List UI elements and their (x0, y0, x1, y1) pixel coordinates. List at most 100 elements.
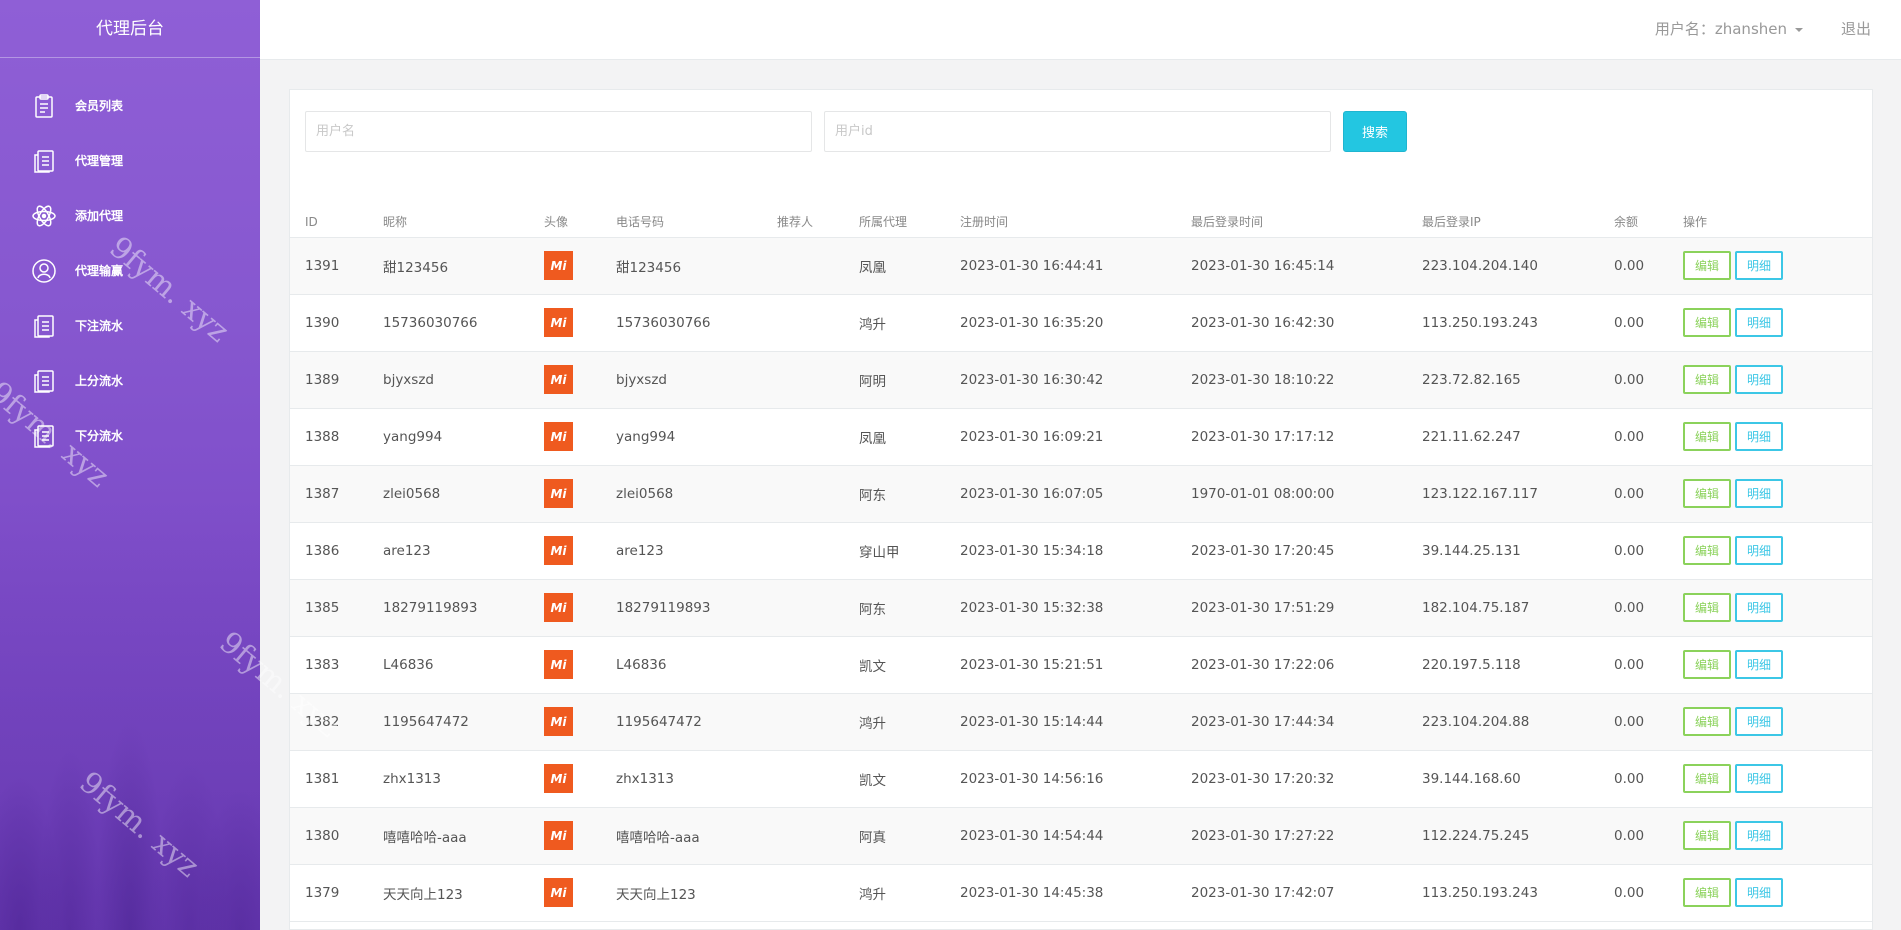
cell-id: 1380 (290, 807, 368, 865)
user-menu-dropdown[interactable]: 用户名：zhanshen (1655, 0, 1803, 58)
edit-button[interactable]: 编辑 (1683, 593, 1732, 622)
edit-button[interactable]: 编辑 (1683, 479, 1732, 508)
edit-button[interactable]: 编辑 (1683, 251, 1732, 280)
cell-referrer (762, 294, 844, 352)
top-navbar: 用户名：zhanshen 退出 (260, 0, 1901, 60)
actions-cell: 编辑 明细 (1668, 351, 1872, 409)
sidebar-item-5[interactable]: 下注流水 (0, 298, 260, 353)
cell-id: 1387 (290, 465, 368, 523)
cell-nickname: 18279119893 (368, 579, 529, 637)
sidebar-item-4[interactable]: 代理输赢 (0, 243, 260, 298)
detail-button[interactable]: 明细 (1735, 650, 1784, 679)
edit-button[interactable]: 编辑 (1683, 308, 1732, 337)
edit-button[interactable]: 编辑 (1683, 821, 1732, 850)
clipboard-icon (31, 93, 57, 119)
table-row: 1388 yang994 Mi yang994 凤凰 2023-01-30 16:09:2… (290, 408, 1872, 466)
cell-referrer (762, 636, 844, 694)
sidebar-item-label: 代理管理 (75, 154, 124, 168)
userid-search-input[interactable] (824, 111, 1331, 152)
sidebar-item-1[interactable]: 会员列表 (0, 78, 260, 133)
table-row: 1383 L46836 Mi L46836 凯文 2023-01-30 15:21:51 2… (290, 636, 1872, 694)
cell-phone: L46836 (601, 636, 762, 694)
cell-agent: 阿东 (844, 579, 945, 637)
sidebar: 代理后台 会员列表 代理管理 添加代理 代理输赢 下注流水 上分流水 下分流水 (0, 0, 260, 930)
detail-button[interactable]: 明细 (1735, 365, 1784, 394)
search-button[interactable]: 搜索 (1343, 111, 1407, 152)
cell-phone: bjyxszd (601, 351, 762, 409)
cell-agent: 穿山甲 (844, 522, 945, 580)
cell-nickname: zlei0568 (368, 465, 529, 523)
cell-last-login: 2023-01-30 17:17:12 (1176, 408, 1407, 466)
edit-button[interactable]: 编辑 (1683, 422, 1732, 451)
cell-nickname: 嘻嘻哈哈-aaa (368, 807, 529, 865)
cell-last-login: 2023-01-30 17:27:22 (1176, 807, 1407, 865)
detail-button[interactable]: 明细 (1735, 821, 1784, 850)
cell-id: 1386 (290, 522, 368, 580)
cell-id: 1391 (290, 237, 368, 295)
actions-cell: 编辑 明细 (1668, 522, 1872, 580)
cell-last-login: 2023-01-30 16:45:14 (1176, 237, 1407, 295)
detail-button[interactable]: 明细 (1735, 479, 1784, 508)
table-row: 1382 1195647472 Mi 1195647472 鸿升 2023-01-30 1… (290, 693, 1872, 751)
detail-button[interactable]: 明细 (1735, 251, 1784, 280)
cell-nickname: bjyxszd (368, 351, 529, 409)
cell-referrer (762, 864, 844, 922)
detail-button[interactable]: 明细 (1735, 422, 1784, 451)
avatar-cell: Mi (529, 408, 601, 466)
cell-register: 2023-01-30 14:56:16 (945, 750, 1176, 808)
avatar: Mi (544, 821, 573, 850)
cell-agent: 阿明 (844, 351, 945, 409)
edit-button[interactable]: 编辑 (1683, 536, 1732, 565)
table-row: 1385 18279119893 Mi 18279119893 阿东 2023-01-30… (290, 579, 1872, 637)
avatar: Mi (544, 536, 573, 565)
cell-balance: 0.00 (1599, 522, 1668, 580)
cell-ip: 113.250.193.243 (1407, 294, 1599, 352)
detail-button[interactable]: 明细 (1735, 707, 1784, 736)
cell-register: 2023-01-30 15:34:18 (945, 522, 1176, 580)
column-header: 所属代理 (844, 197, 945, 238)
cell-register: 2023-01-30 15:14:44 (945, 693, 1176, 751)
logout-link[interactable]: 退出 (1841, 0, 1871, 58)
cell-balance: 0.00 (1599, 294, 1668, 352)
cell-ip: 220.197.5.118 (1407, 636, 1599, 694)
cell-register: 2023-01-30 16:07:05 (945, 465, 1176, 523)
edit-button[interactable]: 编辑 (1683, 878, 1732, 907)
cell-register: 2023-01-30 14:54:44 (945, 807, 1176, 865)
cell-nickname: zhx1313 (368, 750, 529, 808)
edit-button[interactable]: 编辑 (1683, 650, 1732, 679)
avatar-cell: Mi (529, 294, 601, 352)
cell-balance: 0.00 (1599, 864, 1668, 922)
actions-cell: 编辑 明细 (1668, 807, 1872, 865)
edit-button[interactable]: 编辑 (1683, 365, 1732, 394)
actions-cell: 编辑 明细 (1668, 408, 1872, 466)
detail-button[interactable]: 明细 (1735, 593, 1784, 622)
detail-button[interactable]: 明细 (1735, 536, 1784, 565)
cell-id: 1383 (290, 636, 368, 694)
table-body: 1391 甜123456 Mi 甜123456 凤凰 2023-01-30 16:44:4… (290, 237, 1872, 922)
table-row: 1387 zlei0568 Mi zlei0568 阿东 2023-01-30 16:07… (290, 465, 1872, 523)
edit-button[interactable]: 编辑 (1683, 764, 1732, 793)
cell-last-login: 2023-01-30 18:10:22 (1176, 351, 1407, 409)
cell-id: 1388 (290, 408, 368, 466)
cell-agent: 凯文 (844, 636, 945, 694)
sidebar-item-3[interactable]: 添加代理 (0, 188, 260, 243)
cell-register: 2023-01-30 14:45:38 (945, 864, 1176, 922)
edit-button[interactable]: 编辑 (1683, 707, 1732, 736)
cell-id: 1382 (290, 693, 368, 751)
username-search-input[interactable] (305, 111, 812, 152)
avatar: Mi (544, 593, 573, 622)
sidebar-item-2[interactable]: 代理管理 (0, 133, 260, 188)
detail-button[interactable]: 明细 (1735, 878, 1784, 907)
detail-button[interactable]: 明细 (1735, 308, 1784, 337)
sidebar-item-7[interactable]: 下分流水 (0, 408, 260, 463)
cell-agent: 阿东 (844, 465, 945, 523)
avatar: Mi (544, 251, 573, 280)
sidebar-item-6[interactable]: 上分流水 (0, 353, 260, 408)
sidebar-item-label: 上分流水 (75, 374, 124, 388)
detail-button[interactable]: 明细 (1735, 764, 1784, 793)
cell-last-login: 2023-01-30 17:44:34 (1176, 693, 1407, 751)
avatar: Mi (544, 365, 573, 394)
cell-last-login: 2023-01-30 17:20:32 (1176, 750, 1407, 808)
cell-nickname: are123 (368, 522, 529, 580)
cell-balance: 0.00 (1599, 693, 1668, 751)
